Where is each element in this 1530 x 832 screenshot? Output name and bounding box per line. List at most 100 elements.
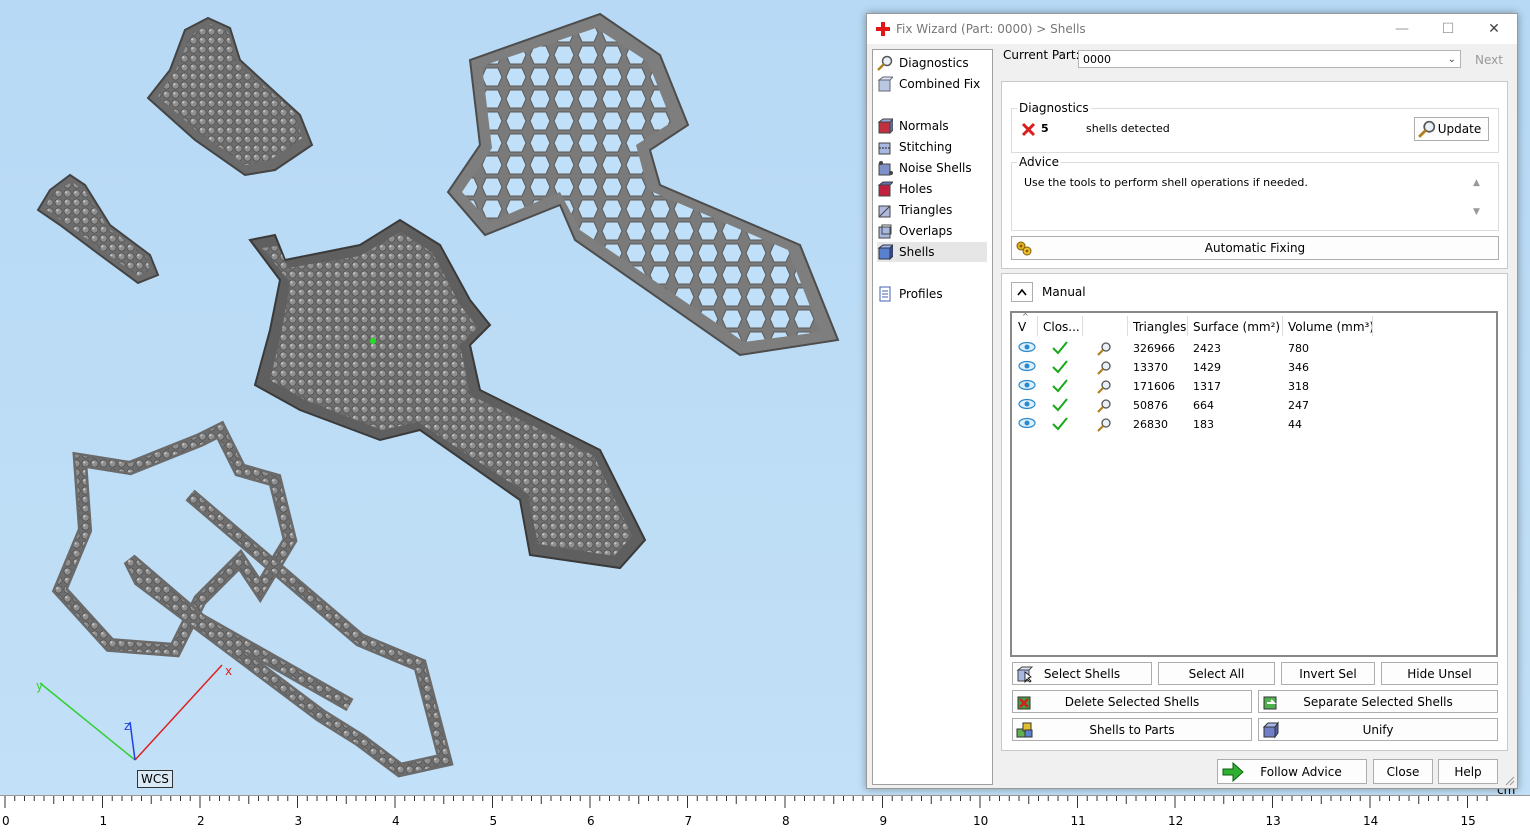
magnifier-icon[interactable] [1096, 417, 1112, 433]
select-shells-icon [1016, 666, 1034, 683]
ruler-ticks [4, 796, 1488, 808]
table-row[interactable]: 13370 1429 346 [1012, 359, 1492, 378]
delete-shells-icon [1017, 696, 1031, 710]
advice-text: Use the tools to perform shell operation… [1024, 176, 1308, 189]
cell-surface: 1429 [1193, 361, 1221, 374]
magnifier-icon[interactable] [1096, 341, 1112, 357]
nav-item-diagnostics[interactable]: Diagnostics [877, 53, 987, 73]
follow-advice-button[interactable]: Follow Advice [1217, 759, 1367, 784]
col-header-closed[interactable]: Clos... [1043, 320, 1080, 334]
eye-icon[interactable] [1018, 341, 1036, 353]
resize-grip-icon[interactable] [1505, 776, 1515, 786]
table-row[interactable]: 326966 2423 780 [1012, 340, 1492, 359]
shell-pendant[interactable] [248, 218, 647, 570]
advice-group-label: Advice [1017, 155, 1062, 169]
eye-icon[interactable] [1018, 398, 1036, 410]
help-button[interactable]: Help [1438, 759, 1498, 784]
gears-icon [1016, 241, 1032, 256]
nav-item-triangles[interactable]: Triangles [877, 200, 987, 220]
cell-surface: 1317 [1193, 380, 1221, 393]
nav-item-combined-fix[interactable]: Combined Fix [877, 74, 987, 94]
scroll-up-icon[interactable]: ▲ [1473, 178, 1480, 188]
combined-fix-icon [877, 76, 893, 92]
ruler-label: 13 [1265, 814, 1281, 828]
shells-to-parts-button[interactable]: Shells to Parts [1012, 718, 1252, 741]
ruler-label: 4 [392, 814, 400, 828]
separate-selected-shells-button[interactable]: Separate Selected Shells [1258, 690, 1498, 713]
diagnostics-group-label: Diagnostics [1017, 101, 1091, 115]
ruler-label: 6 [587, 814, 595, 828]
automatic-fixing-button[interactable]: Automatic Fixing [1011, 236, 1499, 260]
update-button[interactable]: Update [1414, 117, 1489, 141]
diagnostics-panel: Diagnostics 5 shells detected Update Adv… [1001, 81, 1508, 269]
table-row[interactable]: 171606 1317 318 [1012, 378, 1492, 397]
shell-honeycomb[interactable] [446, 12, 840, 357]
cell-volume: 346 [1288, 361, 1309, 374]
axis-triad: x y z [36, 664, 232, 761]
current-part-select[interactable]: 0000 ⌄ [1078, 50, 1461, 68]
magnifier-icon[interactable] [1096, 398, 1112, 414]
separate-shells-icon [1263, 696, 1277, 710]
shells-detected-text: shells detected [1086, 122, 1170, 135]
magnifier-icon [877, 55, 893, 71]
delete-selected-shells-button[interactable]: Delete Selected Shells [1012, 690, 1252, 713]
maximize-button[interactable]: ☐ [1433, 19, 1463, 39]
ruler-label: 10 [973, 814, 989, 828]
table-row[interactable]: 26830 183 44 [1012, 416, 1492, 435]
shells-table[interactable]: V ^ Clos... Triangles Surface (mm²) Volu… [1010, 311, 1498, 657]
invert-sel-button[interactable]: Invert Sel [1281, 662, 1375, 685]
select-shells-button[interactable]: Select Shells [1012, 662, 1152, 685]
ruler: 0 1 2 3 4 5 6 7 8 9 10 11 12 13 14 15 cm [0, 783, 1530, 832]
cell-surface: 664 [1193, 399, 1214, 412]
cell-triangles: 171606 [1133, 380, 1175, 393]
red-cross-icon [876, 22, 890, 36]
cell-triangles: 13370 [1133, 361, 1168, 374]
shell-small-piece[interactable] [36, 173, 160, 285]
close-button[interactable]: Close [1373, 759, 1433, 784]
profiles-icon [879, 286, 891, 302]
scroll-down-icon[interactable]: ▼ [1473, 207, 1480, 217]
nav-item-shells[interactable]: Shells [877, 242, 987, 262]
noise-shells-icon [878, 161, 893, 176]
next-button[interactable]: Next [1466, 50, 1512, 71]
magnifier-icon[interactable] [1096, 360, 1112, 376]
current-part-label: Current Part: [1003, 48, 1080, 62]
shell-bottom-outline[interactable] [51, 420, 454, 778]
axis-z-label: z [124, 719, 130, 733]
col-header-surface[interactable]: Surface (mm²) [1193, 320, 1280, 334]
nav-item-noise-shells[interactable]: Noise Shells [877, 158, 987, 178]
col-header-volume[interactable]: Volume (mm³) [1288, 320, 1374, 334]
eye-icon[interactable] [1018, 379, 1036, 391]
hide-unsel-button[interactable]: Hide Unsel [1381, 662, 1498, 685]
nav-item-profiles[interactable]: Profiles [877, 284, 987, 304]
unify-button[interactable]: Unify [1258, 718, 1498, 741]
model-canvas[interactable]: x y z [0, 0, 866, 795]
nav-item-stitching[interactable]: Stitching [877, 137, 987, 157]
magnifier-icon[interactable] [1096, 379, 1112, 395]
ruler-label: 1 [99, 814, 108, 828]
collapse-manual-button[interactable] [1011, 282, 1033, 302]
shell-count: 5 [1041, 122, 1049, 135]
stitching-icon [878, 142, 891, 155]
table-row[interactable]: 50876 664 247 [1012, 397, 1492, 416]
col-header-visible[interactable]: V [1018, 320, 1026, 334]
eye-icon[interactable] [1018, 360, 1036, 372]
ruler-label: 7 [684, 814, 693, 828]
minimize-button[interactable]: — [1387, 19, 1417, 39]
title-bar[interactable]: Fix Wizard (Part: 0000) > Shells — ☐ ✕ [867, 14, 1517, 44]
wcs-label: WCS [137, 770, 173, 788]
eye-icon[interactable] [1018, 417, 1036, 429]
shell-clip-top[interactable] [146, 16, 314, 177]
close-window-button[interactable]: ✕ [1479, 19, 1509, 39]
nav-item-normals[interactable]: Normals [877, 116, 987, 136]
dialog-title: Fix Wizard (Part: 0000) > Shells [896, 22, 1086, 36]
overlaps-icon [878, 224, 892, 239]
select-all-button[interactable]: Select All [1158, 662, 1275, 685]
ruler-label: 11 [1070, 814, 1086, 828]
cell-surface: 2423 [1193, 342, 1221, 355]
checkmark-icon [1052, 379, 1068, 393]
axis-x-label: x [225, 664, 232, 678]
nav-item-overlaps[interactable]: Overlaps [877, 221, 987, 241]
col-header-triangles[interactable]: Triangles [1133, 320, 1186, 334]
nav-item-holes[interactable]: Holes [877, 179, 987, 199]
